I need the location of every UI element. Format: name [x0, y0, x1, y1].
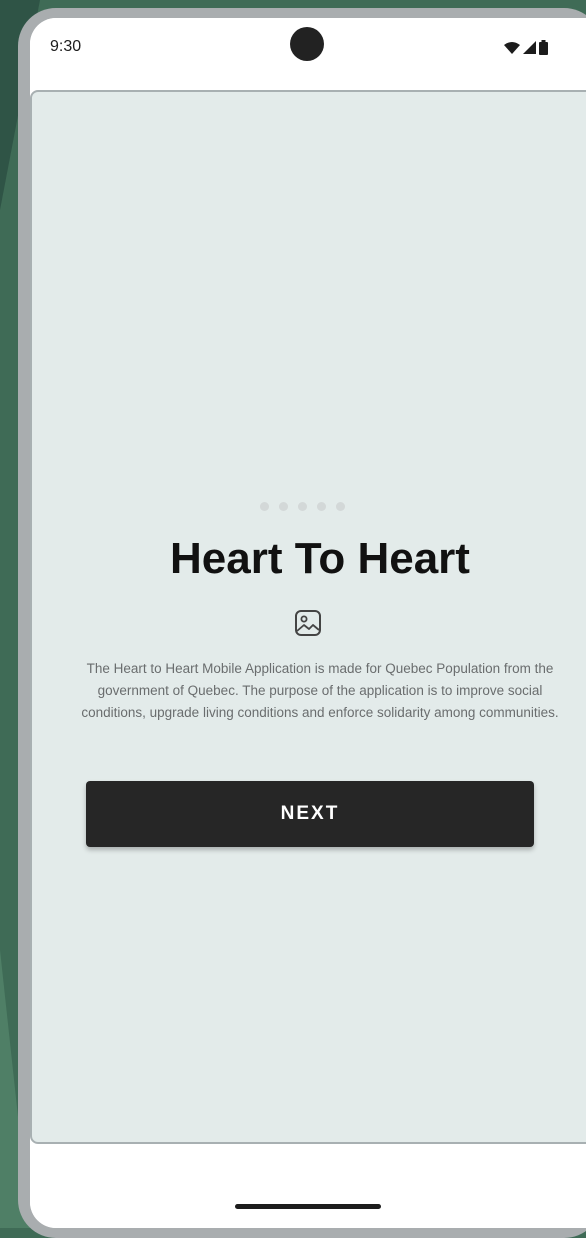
app-description: The Heart to Heart Mobile Application is… — [81, 661, 559, 720]
page-dot[interactable] — [279, 502, 288, 511]
navigation-bar — [30, 1144, 586, 1228]
page-dot[interactable] — [317, 502, 326, 511]
page-indicator — [260, 502, 345, 511]
status-icons — [504, 40, 548, 55]
phone-screen: 9:30 Heart To Heart The Heart to Heart M… — [30, 18, 586, 1228]
status-time: 9:30 — [50, 38, 82, 55]
page-title: Heart To Heart — [170, 534, 470, 583]
wifi-icon — [504, 41, 520, 54]
page-dot[interactable] — [298, 502, 307, 511]
cell-signal-icon — [523, 41, 536, 54]
image-placeholder-icon — [295, 610, 321, 636]
page-dot[interactable] — [260, 502, 269, 511]
next-button[interactable]: NEXT — [86, 781, 534, 847]
battery-icon — [539, 40, 548, 55]
home-indicator[interactable] — [235, 1204, 381, 1209]
status-bar: 9:30 — [30, 18, 586, 90]
front-camera — [290, 27, 324, 61]
onboarding-page: Heart To Heart The Heart to Heart Mobile… — [30, 90, 586, 1144]
page-dot[interactable] — [336, 502, 345, 511]
